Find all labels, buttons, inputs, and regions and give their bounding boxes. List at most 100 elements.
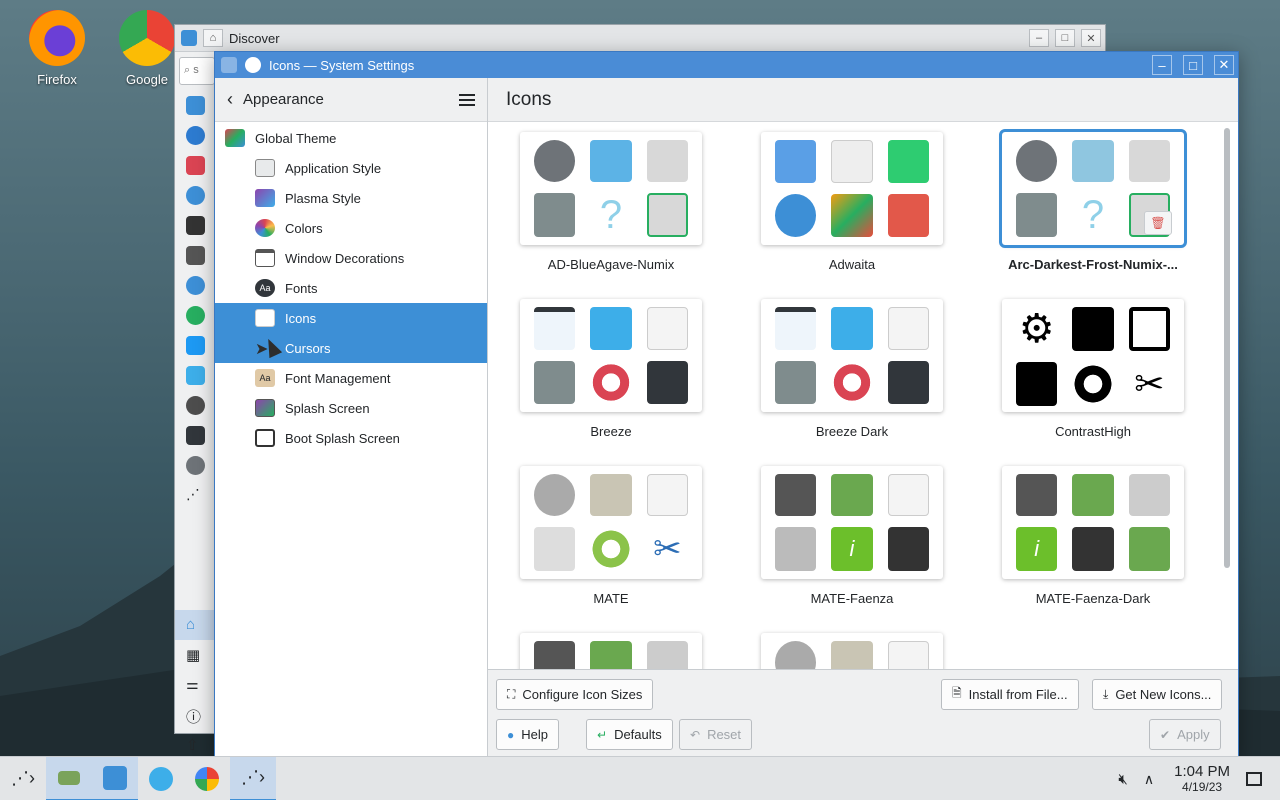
nav-item-application-style[interactable]: Application Style	[215, 153, 487, 183]
nav-item-icons[interactable]: Icons	[215, 303, 487, 333]
undo-icon: ↶	[690, 727, 701, 742]
download-icon: ⤓	[1103, 687, 1109, 701]
theme-tile-mate-faenza[interactable]: i MATE-Faenza	[752, 466, 952, 606]
settings-icon	[887, 527, 929, 571]
gear-icon	[1016, 140, 1058, 182]
discover-category-icon[interactable]	[186, 336, 205, 355]
theme-tile-partial[interactable]	[511, 633, 711, 669]
discover-category-icon[interactable]	[186, 126, 205, 145]
nav-item-label: Window Decorations	[285, 250, 405, 266]
show-desktop-icon[interactable]	[1246, 772, 1262, 786]
discover-category-icon[interactable]	[186, 96, 205, 115]
discover-category-icon[interactable]	[186, 156, 205, 175]
chevron-up-icon[interactable]: ∧	[1144, 771, 1154, 788]
update-icon[interactable]: ⇧	[186, 736, 205, 755]
defaults-button[interactable]: ↵ Defaults	[586, 719, 673, 750]
volume-muted-icon[interactable]: 🔇︎	[1118, 771, 1127, 788]
navigation-header: ‹ Appearance	[215, 78, 487, 122]
content-pane: Icons ? AD-BlueAgave-Numix Adwaita ? 🗑 A…	[488, 78, 1238, 757]
help-lifebuoy-icon	[590, 527, 632, 571]
task-plasma[interactable]	[138, 757, 184, 800]
nav-item-window-decorations[interactable]: Window Decorations	[215, 243, 487, 273]
theme-tile-breeze[interactable]: Breeze	[511, 299, 711, 439]
discover-category-icon[interactable]	[186, 306, 205, 325]
nav-item-global-theme[interactable]: Global Theme	[215, 123, 487, 153]
document-icon	[887, 307, 929, 350]
desktop-icon-firefox[interactable]: Firefox	[12, 10, 102, 87]
theme-tile-ad-blueagave-numix[interactable]: ? AD-BlueAgave-Numix	[511, 132, 711, 272]
nav-item-splash-screen[interactable]: Splash Screen	[215, 393, 487, 423]
hamburger-menu-icon[interactable]	[459, 93, 475, 106]
system-tray: 🔇︎ ∧ 1:04 PM 4/19/23	[1118, 757, 1280, 800]
theme-tile-contrasthigh[interactable]: ⚙ ✂ ContrastHigh	[993, 299, 1193, 439]
search-input[interactable]: ⌕ s	[179, 57, 215, 85]
reset-button[interactable]: ↶ Reset	[679, 719, 753, 750]
installed-icon[interactable]: ▦	[186, 646, 205, 665]
nav-item-colors[interactable]: Colors	[215, 213, 487, 243]
discover-category-icon[interactable]	[186, 246, 205, 265]
discover-category-icon[interactable]: ⋰	[186, 486, 205, 505]
task-desktop-pager[interactable]	[46, 756, 92, 800]
help-button[interactable]: ● Help	[496, 719, 559, 750]
digital-clock[interactable]: 1:04 PM 4/19/23	[1174, 764, 1230, 794]
trash-icon	[646, 641, 688, 669]
apply-button[interactable]: ✔ Apply	[1149, 719, 1221, 750]
minimize-button[interactable]: –	[1029, 29, 1049, 47]
folder-icon	[831, 307, 873, 350]
task-system-settings[interactable]: ⋰›	[230, 756, 276, 800]
plasma-icon	[149, 766, 173, 791]
pin-icon[interactable]	[221, 57, 237, 73]
nav-item-boot-splash-screen[interactable]: Boot Splash Screen	[215, 423, 487, 453]
colors-icon	[255, 219, 275, 237]
discover-category-icon[interactable]	[186, 396, 205, 415]
nav-item-plasma-style[interactable]: Plasma Style	[215, 183, 487, 213]
discover-category-icon[interactable]	[186, 366, 205, 385]
pin-icon[interactable]: ⌂	[203, 29, 223, 47]
minimize-button[interactable]: –	[1152, 55, 1172, 75]
discover-category-icon[interactable]	[186, 426, 205, 445]
document-icon	[646, 140, 688, 182]
system-settings-window[interactable]: Icons — System Settings – □ ✕ ‹ Appearan…	[214, 51, 1239, 758]
application-launcher-button[interactable]: ⋰›	[0, 757, 46, 800]
about-icon[interactable]: ⓘ	[186, 706, 205, 726]
discover-category-icon[interactable]	[186, 276, 205, 295]
help-icon: ●	[507, 727, 515, 742]
delete-theme-button[interactable]: 🗑	[1144, 211, 1172, 235]
scrollbar[interactable]	[1224, 128, 1230, 568]
discover-icon	[103, 765, 127, 790]
nav-item-fonts[interactable]: Aa Fonts	[215, 273, 487, 303]
nav-item-label: Icons	[285, 310, 317, 326]
theme-tile-breeze-dark[interactable]: Breeze Dark	[752, 299, 952, 439]
system-settings-icon: ⋰›	[241, 767, 265, 787]
discover-titlebar[interactable]: ⌂ Discover – □ ✕	[175, 25, 1105, 52]
maximize-button[interactable]: □	[1183, 55, 1203, 75]
theme-tile-adwaita[interactable]: Adwaita	[752, 132, 952, 272]
theme-tile-mate-faenza-dark[interactable]: i MATE-Faenza-Dark	[993, 466, 1193, 606]
settings-icon	[887, 361, 929, 404]
close-button[interactable]: ✕	[1214, 55, 1234, 75]
configure-icon-sizes-button[interactable]: ⛶ Configure Icon Sizes	[496, 679, 654, 710]
close-button[interactable]: ✕	[1081, 29, 1101, 47]
folder-icon	[775, 140, 817, 183]
discover-category-icon[interactable]	[186, 216, 205, 235]
task-google-chrome[interactable]	[184, 757, 230, 800]
settings-sliders-icon[interactable]: ⚌	[186, 676, 205, 695]
nav-item-cursors[interactable]: ➤ Cursors	[215, 333, 487, 363]
get-new-icons-button[interactable]: ⤓ Get New Icons...	[1092, 679, 1223, 710]
settings-titlebar[interactable]: Icons — System Settings – □ ✕	[215, 52, 1238, 78]
install-from-file-button[interactable]: 🗎 Install from File...	[941, 679, 1079, 710]
discover-category-icon[interactable]	[186, 186, 205, 205]
theme-tile-arc-darkest-frost-numix[interactable]: ? 🗑 Arc-Darkest-Frost-Numix-...	[993, 129, 1193, 272]
folder-icon	[590, 307, 632, 350]
task-discover[interactable]	[92, 756, 138, 800]
more-icon[interactable]	[186, 456, 205, 475]
nav-item-font-management[interactable]: Aa Font Management	[215, 363, 487, 393]
theme-preview: i	[1002, 466, 1184, 579]
theme-tile-mate[interactable]: ✂ MATE	[511, 466, 711, 606]
folder-icon	[590, 641, 632, 669]
gear-icon	[534, 140, 576, 182]
maximize-button[interactable]: □	[1055, 29, 1075, 47]
help-icon: ?	[1081, 193, 1105, 237]
back-arrow-icon[interactable]: ‹	[227, 89, 233, 110]
theme-tile-partial[interactable]	[752, 633, 952, 669]
